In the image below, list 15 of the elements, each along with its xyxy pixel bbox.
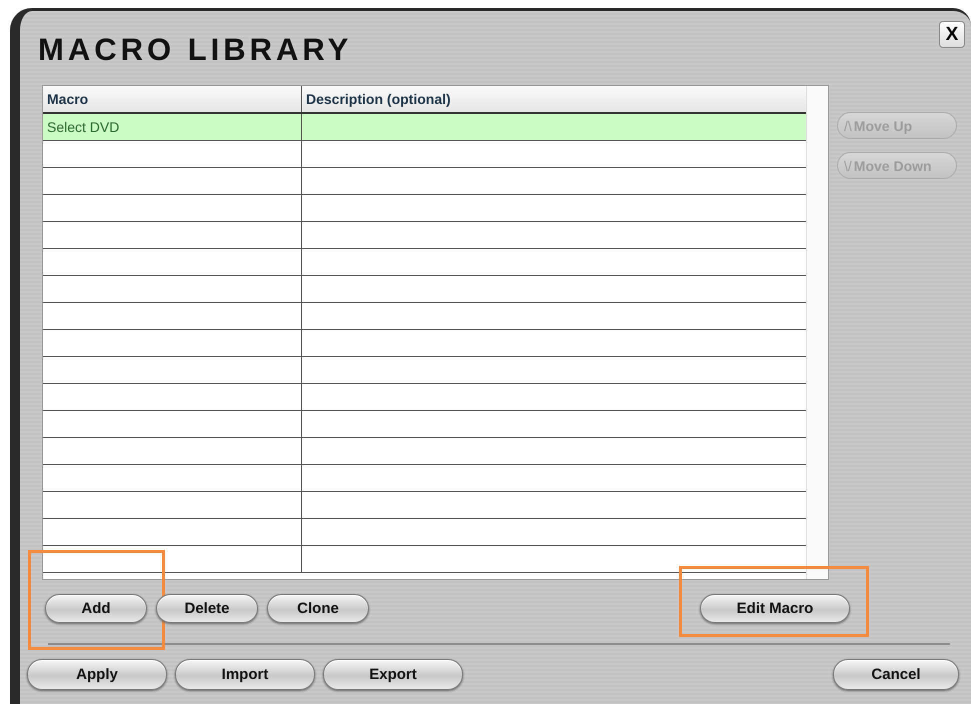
table-row[interactable]: Select DVD <box>43 114 806 141</box>
action-button[interactable]: Add <box>45 594 147 623</box>
window-title: MACRO LIBRARY <box>38 33 352 67</box>
table-cell: Select DVD <box>43 114 302 140</box>
footer-button[interactable]: Export <box>323 659 463 690</box>
action-button[interactable]: Delete <box>156 594 258 623</box>
cancel-button[interactable]: Cancel <box>833 659 959 690</box>
footer-button[interactable]: Import <box>175 659 315 690</box>
column-header: Macro <box>43 86 302 112</box>
footer-button[interactable]: Apply <box>27 659 167 690</box>
column-header: Description (optional) <box>305 90 452 109</box>
close-button[interactable]: X <box>939 21 965 48</box>
scrollbar-track[interactable] <box>806 86 828 579</box>
action-button[interactable]: Clone <box>267 594 369 623</box>
edit-macro-button[interactable]: Edit Macro <box>700 594 850 623</box>
